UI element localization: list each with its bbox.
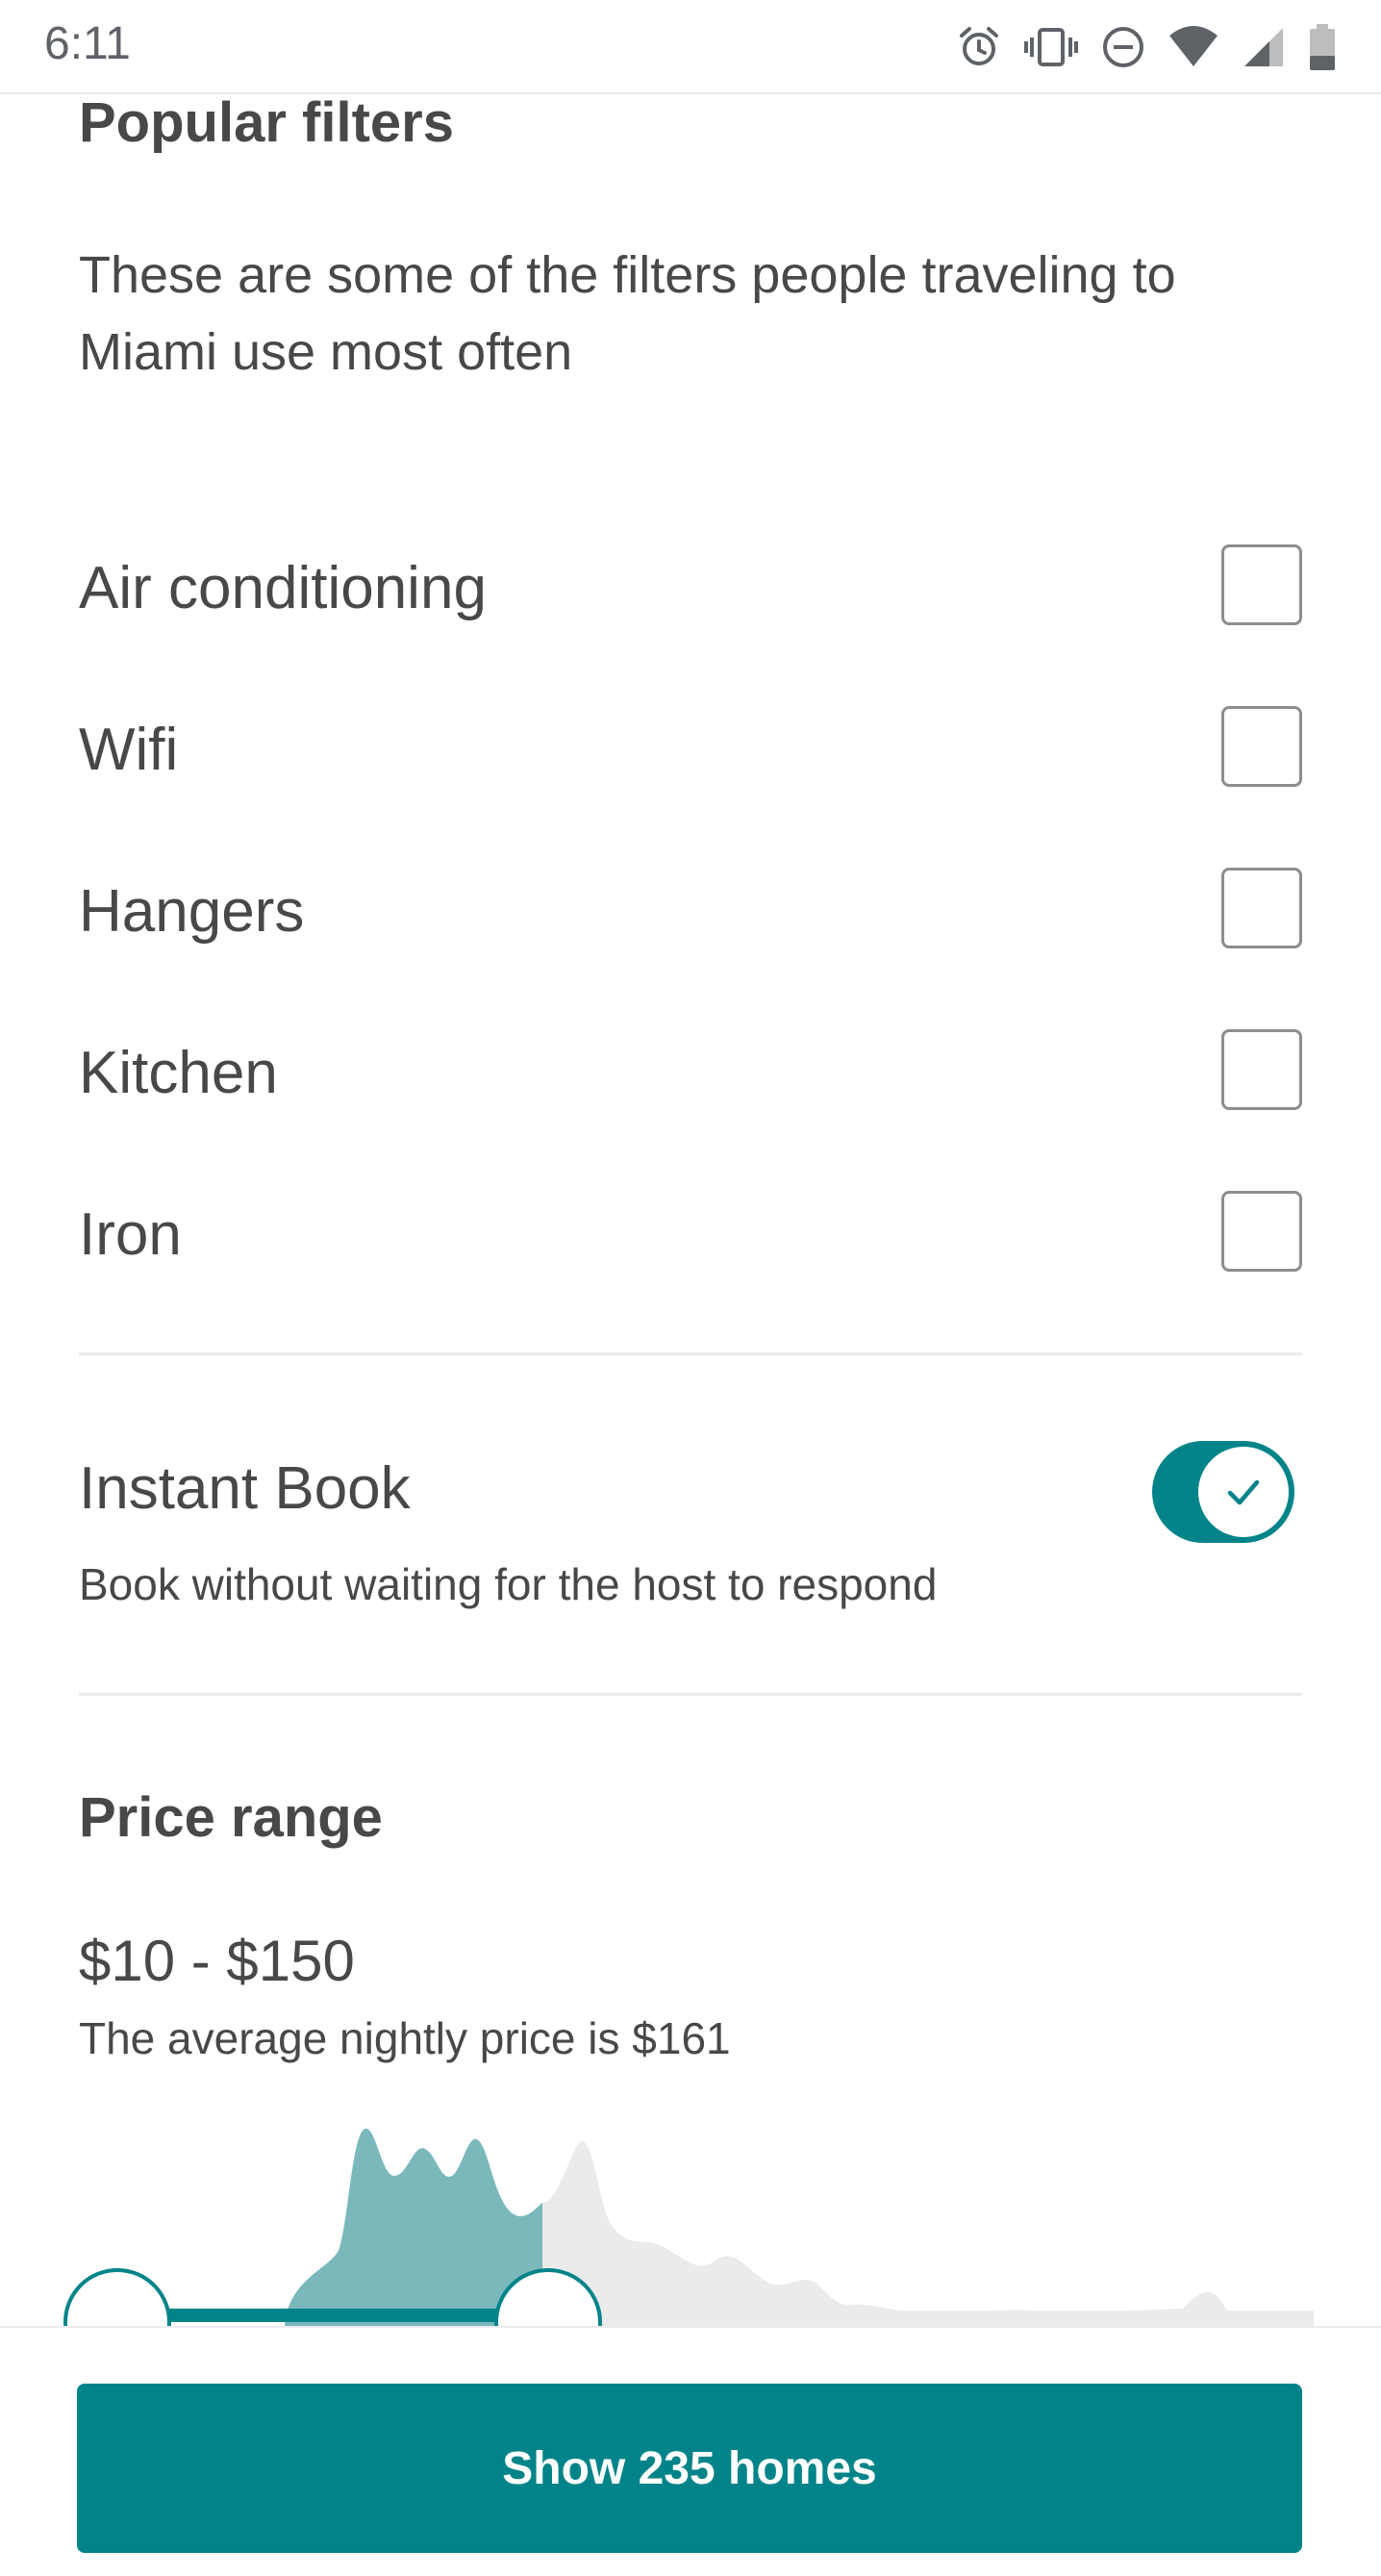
iron-checkbox[interactable] xyxy=(1221,1191,1302,1272)
vibrate-icon xyxy=(1023,24,1079,70)
alarm-icon xyxy=(956,24,1002,70)
wifi-icon xyxy=(1168,24,1219,70)
kitchen-checkbox[interactable] xyxy=(1221,1029,1302,1110)
price-slider-min-handle[interactable] xyxy=(63,2268,171,2328)
filter-label: Air conditioning xyxy=(79,555,487,621)
battery-icon xyxy=(1308,23,1337,71)
status-icons xyxy=(956,17,1337,77)
instant-book-title: Instant Book xyxy=(79,1455,411,1522)
divider xyxy=(79,1693,1302,1696)
filter-label: Kitchen xyxy=(79,1040,278,1106)
status-bar: 6:11 xyxy=(0,0,1381,94)
instant-book-description: Book without waiting for the host to res… xyxy=(79,1559,938,1609)
bottom-bar: Show 235 homes xyxy=(0,2326,1381,2576)
filter-label: Hangers xyxy=(79,878,305,945)
price-histogram xyxy=(63,2128,1314,2328)
price-slider-selected-track xyxy=(117,2309,548,2322)
filter-label: Iron xyxy=(79,1201,182,1268)
filter-label: Wifi xyxy=(79,717,179,783)
do-not-disturb-icon xyxy=(1100,24,1146,70)
status-time: 6:11 xyxy=(44,18,131,69)
show-homes-button[interactable]: Show 235 homes xyxy=(77,2384,1302,2553)
checkmark-icon xyxy=(1227,1479,1260,1505)
filter-row-air-conditioning[interactable]: Air conditioning xyxy=(79,537,1302,633)
histogram-unselected xyxy=(542,2141,1314,2326)
popular-filters-title: Popular filters xyxy=(79,91,454,154)
filter-row-iron[interactable]: Iron xyxy=(79,1183,1302,1279)
signal-icon xyxy=(1241,24,1287,70)
filter-row-wifi[interactable]: Wifi xyxy=(79,698,1302,795)
instant-book-toggle[interactable] xyxy=(1152,1441,1294,1543)
price-range-value: $10 - $150 xyxy=(79,1929,355,1993)
popular-filters-subtitle: These are some of the filters people tra… xyxy=(79,246,1176,381)
air-conditioning-checkbox[interactable] xyxy=(1221,544,1302,625)
average-price-text: The average nightly price is $161 xyxy=(79,2013,731,2063)
filter-row-kitchen[interactable]: Kitchen xyxy=(79,1022,1302,1118)
toggle-knob xyxy=(1198,1447,1289,1537)
filter-row-hangers[interactable]: Hangers xyxy=(79,860,1302,956)
price-range-title: Price range xyxy=(79,1786,383,1849)
hangers-checkbox[interactable] xyxy=(1221,868,1302,948)
wifi-checkbox[interactable] xyxy=(1221,706,1302,787)
divider xyxy=(79,1352,1302,1355)
